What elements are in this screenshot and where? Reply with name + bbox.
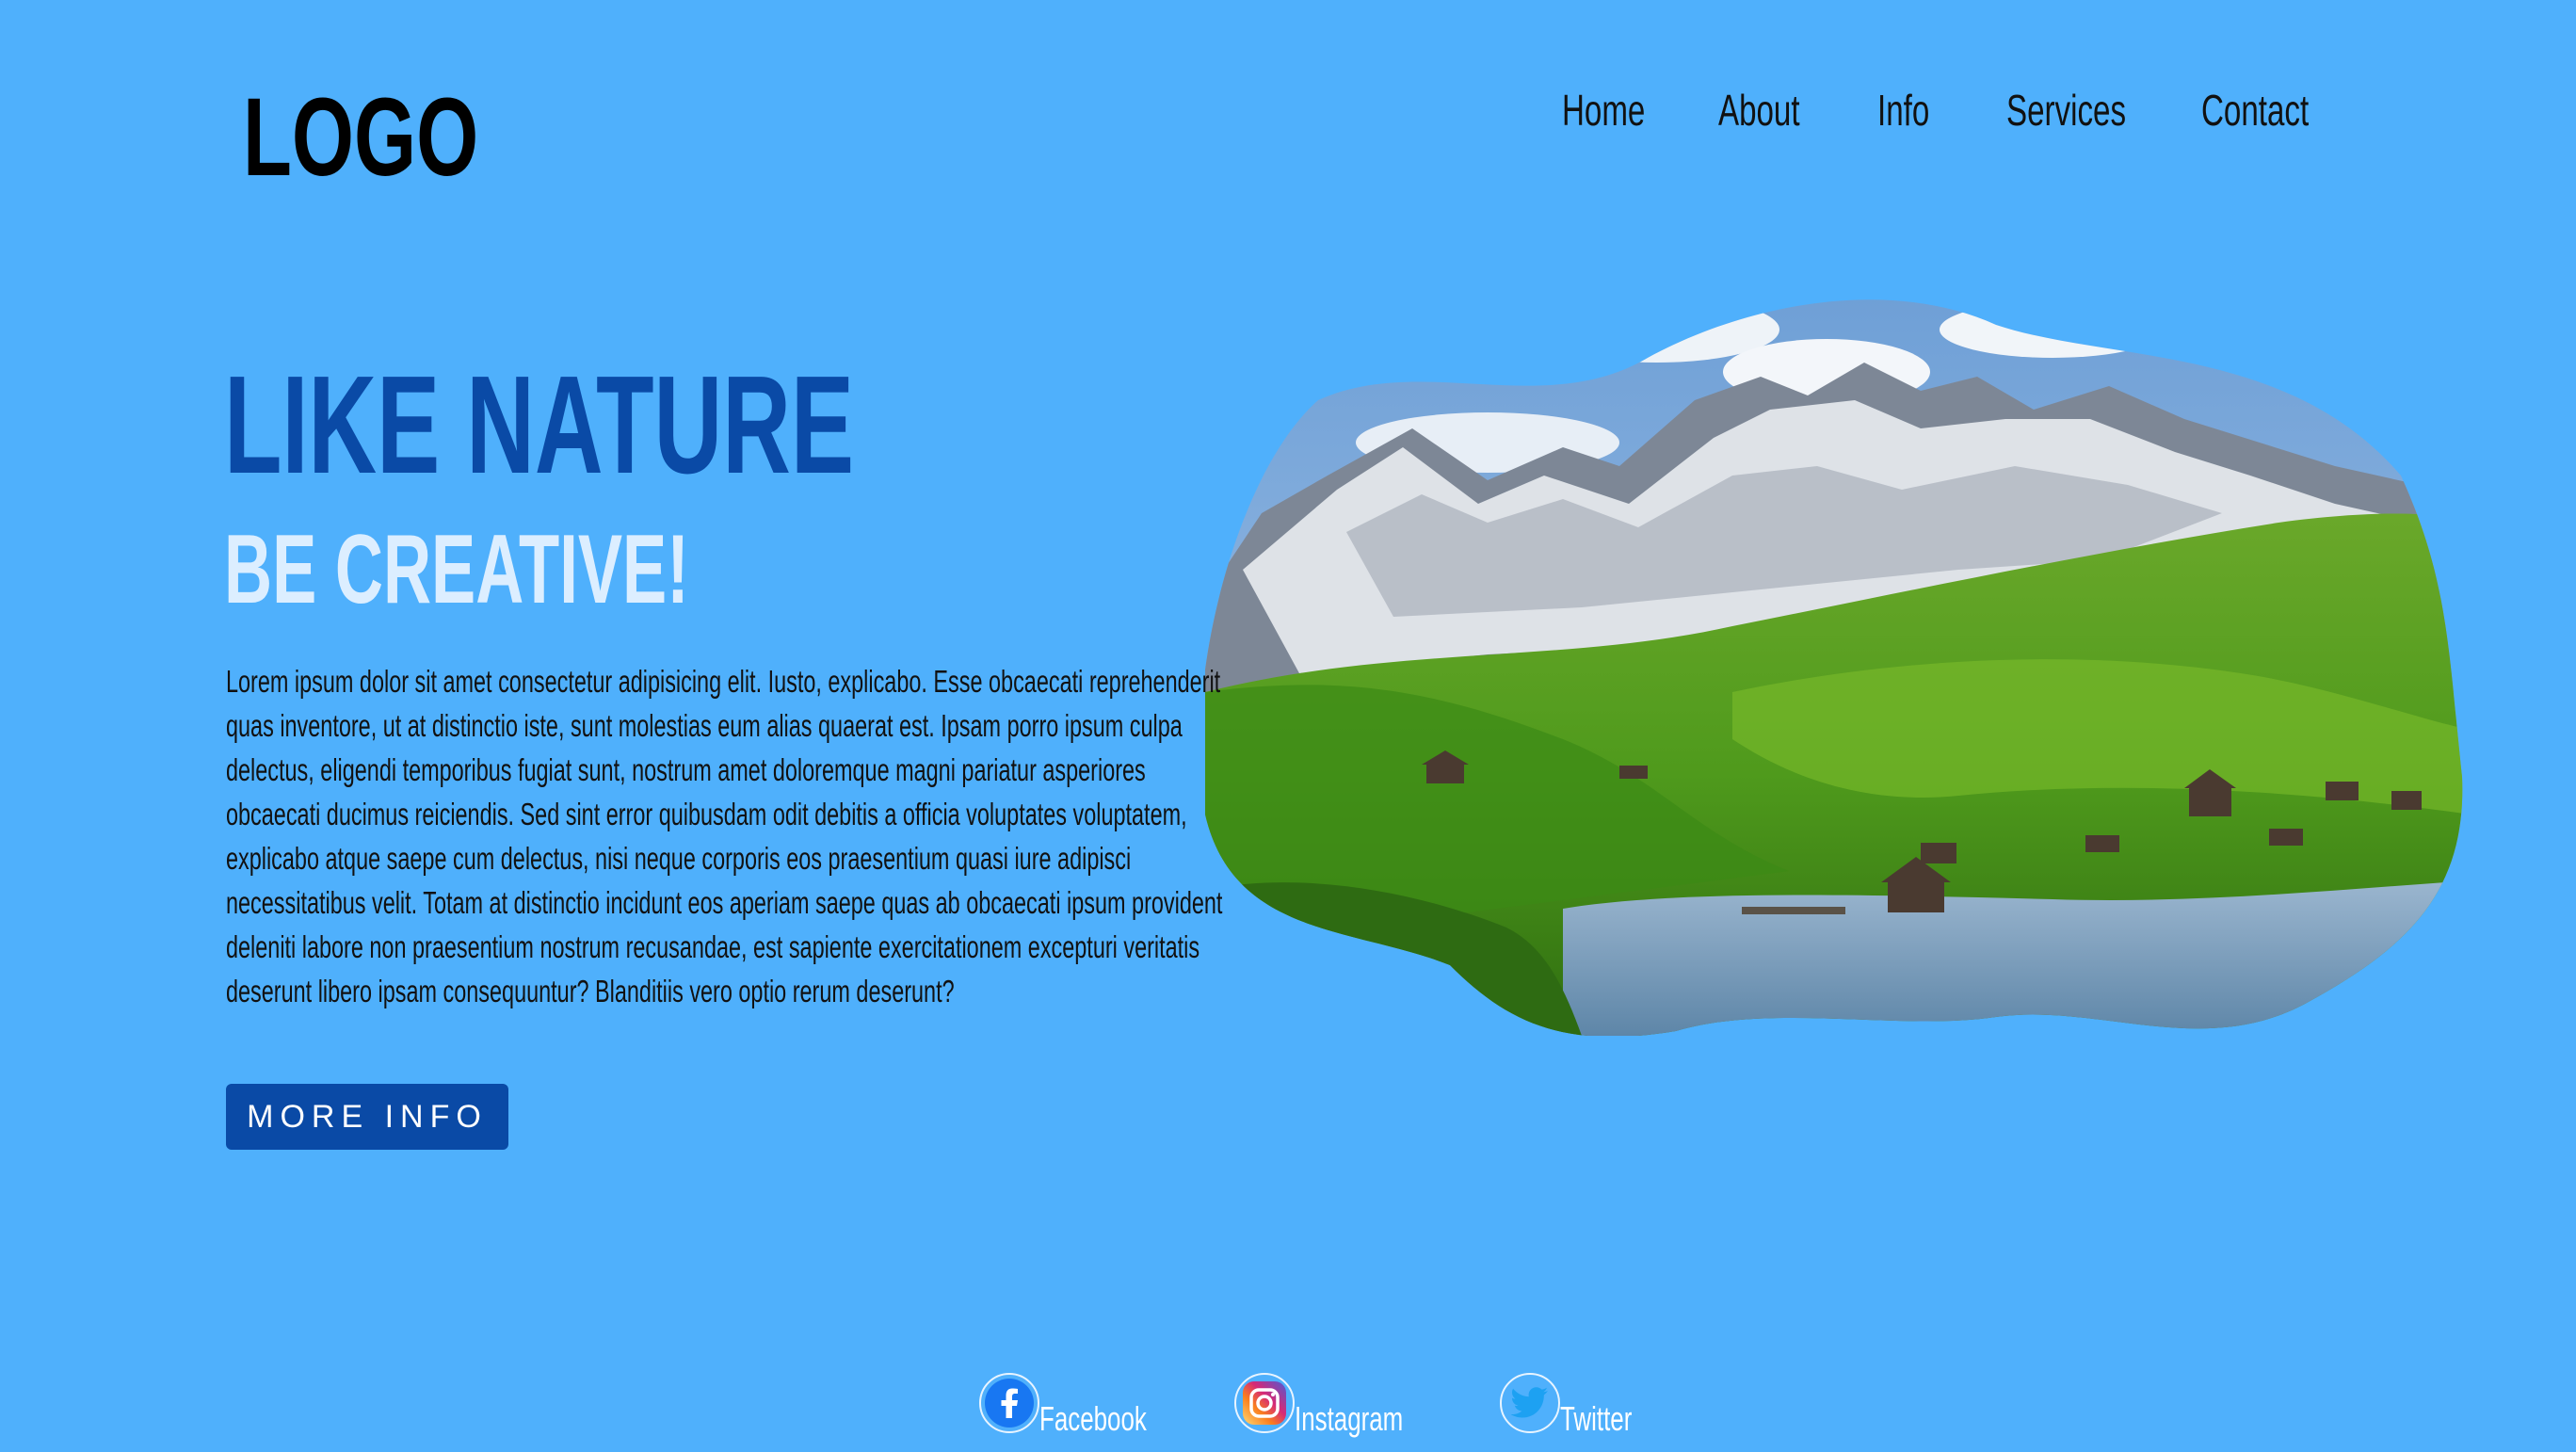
- instagram-label: Instagram: [1295, 1399, 1404, 1438]
- instagram-link[interactable]: Instagram: [1234, 1373, 1445, 1438]
- nav-services-label: Services: [2006, 86, 2127, 135]
- paragraph-line: obcaecati ducimus reiciendis. Sed sint e…: [226, 797, 1187, 831]
- hero-subheadline-text: BE CREATIVE!: [224, 515, 689, 624]
- twitter-label: Twitter: [1560, 1399, 1633, 1438]
- facebook-label: Facebook: [1039, 1399, 1147, 1438]
- paragraph-line: deleniti labore non praesentium nostrum …: [226, 929, 1200, 964]
- hero-paragraph: Lorem ipsum dolor sit amet consectetur a…: [226, 659, 1356, 1013]
- logo-text: LOGO: [243, 75, 479, 200]
- nav-contact-label: Contact: [2201, 86, 2310, 135]
- more-info-button[interactable]: MORE INFO: [226, 1084, 508, 1150]
- paragraph-line: explicabo atque saepe cum delectus, nisi…: [226, 841, 1132, 876]
- paragraph-line: delectus, eligendi temporibus fugiat sun…: [226, 752, 1146, 787]
- hero-headline-text: LIKE NATURE: [224, 347, 855, 503]
- nav-home-link[interactable]: Home: [1562, 85, 1678, 136]
- hero-headline: LIKE NATURE: [224, 356, 1151, 495]
- nav-about-label: About: [1718, 86, 1800, 135]
- paragraph-line: quas inventore, ut at distinctio iste, s…: [226, 708, 1183, 743]
- hero-landscape-image: [1205, 299, 2463, 1036]
- twitter-icon: [1500, 1373, 1560, 1433]
- nav-contact-link[interactable]: Contact: [2201, 85, 2351, 136]
- logo[interactable]: LOGO: [243, 73, 570, 202]
- paragraph-line: deserunt libero ipsam consequuntur? Blan…: [226, 974, 955, 1008]
- facebook-link[interactable]: Facebook: [979, 1373, 1188, 1438]
- nav-info-link[interactable]: Info: [1877, 85, 1950, 136]
- twitter-link[interactable]: Twitter: [1500, 1373, 1660, 1438]
- nav-services-link[interactable]: Services: [2006, 85, 2172, 136]
- nav-info-label: Info: [1877, 86, 1930, 135]
- nav-about-link[interactable]: About: [1718, 85, 1831, 136]
- hero-subheadline: BE CREATIVE!: [224, 521, 908, 619]
- paragraph-line: Lorem ipsum dolor sit amet consectetur a…: [226, 664, 1221, 699]
- paragraph-line: necessitatibus velit. Totam at distincti…: [226, 885, 1223, 920]
- nav-home-label: Home: [1562, 86, 1646, 135]
- facebook-icon: [979, 1373, 1039, 1433]
- instagram-icon: [1234, 1373, 1295, 1433]
- more-info-button-label: MORE INFO: [247, 1098, 488, 1135]
